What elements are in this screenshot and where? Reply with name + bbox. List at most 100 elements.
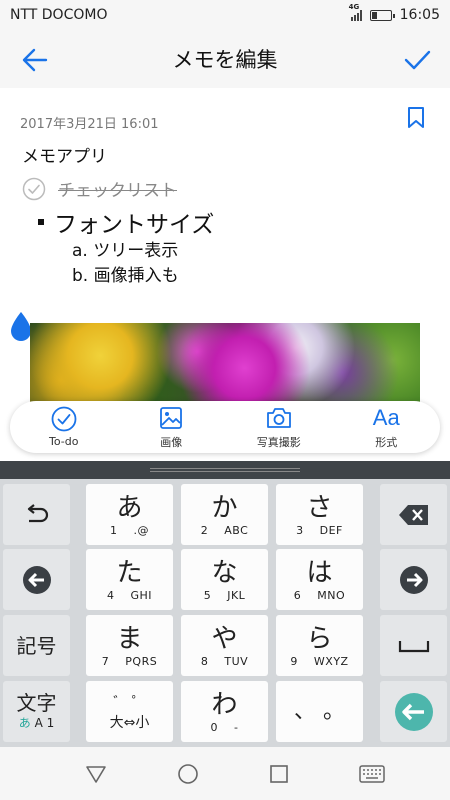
numbered-item-a[interactable]: a. ツリー表示: [72, 236, 178, 261]
cursor-right-key[interactable]: [380, 549, 447, 610]
key-ma[interactable]: ま 7 PQRS: [86, 615, 173, 676]
backspace-key[interactable]: [380, 484, 447, 545]
key-sa[interactable]: さ 3 DEF: [276, 484, 363, 545]
key-letters: WXYZ: [313, 654, 349, 668]
status-bar: NTT DOCOMO 4G 16:05: [0, 0, 450, 30]
back-arrow-icon[interactable]: [20, 46, 50, 74]
key-num: 6: [293, 588, 302, 602]
key-sub-chars: 3 DEF: [296, 524, 343, 537]
key-sub-chars: 2 ABC: [201, 524, 249, 537]
camera-label: 写真撮影: [256, 435, 301, 449]
key-main-char: ら: [306, 623, 333, 654]
recents-square-icon[interactable]: [269, 764, 289, 784]
numbered-item-b[interactable]: b. 画像挿入も: [72, 261, 179, 286]
memo-title[interactable]: メモアプリ: [22, 142, 107, 167]
key-sub-chars: 1 .@: [110, 524, 149, 537]
todo-button[interactable]: To-do: [19, 406, 109, 448]
key-ra[interactable]: ら 9 WXYZ: [276, 615, 363, 676]
take-photo-button[interactable]: 写真撮影: [234, 405, 324, 450]
key-sub-chars: 6 MNO: [294, 589, 345, 602]
key-na[interactable]: な 5 JKL: [181, 549, 268, 610]
home-circle-icon[interactable]: [177, 763, 199, 785]
key-main-char: わ: [211, 689, 238, 720]
size-toggle-label: 大⇔小: [109, 714, 150, 731]
image-icon: [160, 406, 183, 429]
key-num: 9: [290, 654, 298, 668]
symbols-label: 記号: [16, 633, 57, 658]
key-sub-chars: 5 JKL: [204, 589, 246, 602]
keyboard-switch-icon[interactable]: [359, 764, 385, 783]
key-sub-chars: 8 TUV: [201, 655, 248, 668]
key-main-char: ま: [116, 623, 143, 654]
key-main-char: や: [211, 623, 238, 654]
key-sub-chars: 9 WXYZ: [290, 655, 348, 668]
format-button[interactable]: Aa 形式: [341, 405, 431, 450]
memo-editor[interactable]: 2017年3月21日 16:01 メモアプリ チェックリスト フォントサイズ a…: [0, 88, 450, 405]
input-mode-label: 文字: [16, 691, 57, 715]
page-title: メモを編集: [172, 48, 278, 72]
checked-circle-icon[interactable]: [22, 177, 46, 201]
key-main-char: か: [211, 492, 238, 523]
key-num: 7: [101, 654, 110, 668]
mode-kana: あ: [18, 716, 31, 730]
key-letters: PQRS: [125, 654, 158, 668]
key-ka[interactable]: か 2 ABC: [181, 484, 268, 545]
key-a[interactable]: あ 1 .@: [86, 484, 173, 545]
key-num: 1: [110, 523, 118, 537]
key-main-char: さ: [306, 492, 333, 523]
punctuation-label: 、 。: [294, 698, 345, 724]
dakuten-key[interactable]: ゛ ゜ 大⇔小: [86, 681, 173, 742]
insert-image-button[interactable]: 画像: [126, 405, 216, 450]
checklist-item[interactable]: チェックリスト: [22, 176, 177, 201]
undo-icon: [27, 503, 48, 522]
japanese-keyboard: 記号 文字 あ A 1 あ 1 .@ か 2 ABC さ 3 DEF た 4 GHI な…: [0, 479, 450, 747]
input-mode-key[interactable]: 文字 あ A 1: [3, 681, 70, 742]
key-sub-chars: 4 GHI: [107, 589, 152, 602]
bullet-list-item[interactable]: フォントサイズ: [38, 205, 214, 239]
key-letters: .@: [133, 523, 149, 537]
save-check-icon[interactable]: [402, 46, 432, 74]
format-aa-icon: Aa: [372, 404, 400, 430]
backspace-icon: [398, 504, 428, 525]
back-triangle-icon[interactable]: [85, 764, 107, 784]
app-header: メモを編集: [0, 30, 450, 88]
key-wa[interactable]: わ 0-: [181, 681, 268, 742]
key-sub-chars: 0-: [211, 721, 239, 734]
space-key[interactable]: [380, 615, 447, 676]
key-ta[interactable]: た 4 GHI: [86, 549, 173, 610]
todo-check-icon: [51, 406, 77, 432]
key-ya[interactable]: や 8 TUV: [181, 615, 268, 676]
bookmark-icon[interactable]: [406, 106, 426, 130]
cursor-left-key[interactable]: [3, 549, 70, 610]
key-main-char: た: [116, 557, 143, 588]
key-letters: GHI: [130, 588, 153, 602]
clock: 16:05: [399, 7, 440, 23]
key-num: 2: [200, 523, 209, 537]
bullet-item-text: フォントサイズ: [54, 212, 215, 238]
undo-key[interactable]: [3, 484, 70, 545]
image-label: 画像: [160, 435, 183, 449]
inserted-flower-image[interactable]: [30, 323, 420, 405]
key-num: 5: [203, 588, 212, 602]
key-letters: TUV: [224, 654, 249, 668]
battery-icon: [369, 9, 395, 21]
space-icon: [398, 640, 429, 652]
key-num: 4: [106, 588, 115, 602]
key-sub-chars: 7 PQRS: [102, 655, 157, 668]
dakuten-marks: ゛ ゜: [113, 694, 146, 711]
key-letters: MNO: [317, 588, 346, 602]
key-letters: -: [234, 720, 239, 734]
key-ha[interactable]: は 6 MNO: [276, 549, 363, 610]
key-main-char: あ: [116, 492, 143, 523]
network-type-label: 4G: [348, 3, 360, 11]
system-nav-bar: [0, 747, 450, 800]
key-main-char: は: [306, 557, 333, 588]
symbols-key[interactable]: 記号: [3, 615, 70, 676]
todo-label: To-do: [49, 435, 79, 448]
keyboard-handle[interactable]: [0, 461, 450, 479]
enter-key[interactable]: [380, 681, 447, 742]
status-icons: 4G 16:05: [349, 3, 440, 23]
enter-icon: [394, 692, 433, 731]
punctuation-key[interactable]: 、 。: [276, 681, 363, 742]
key-letters: JKL: [227, 588, 246, 602]
